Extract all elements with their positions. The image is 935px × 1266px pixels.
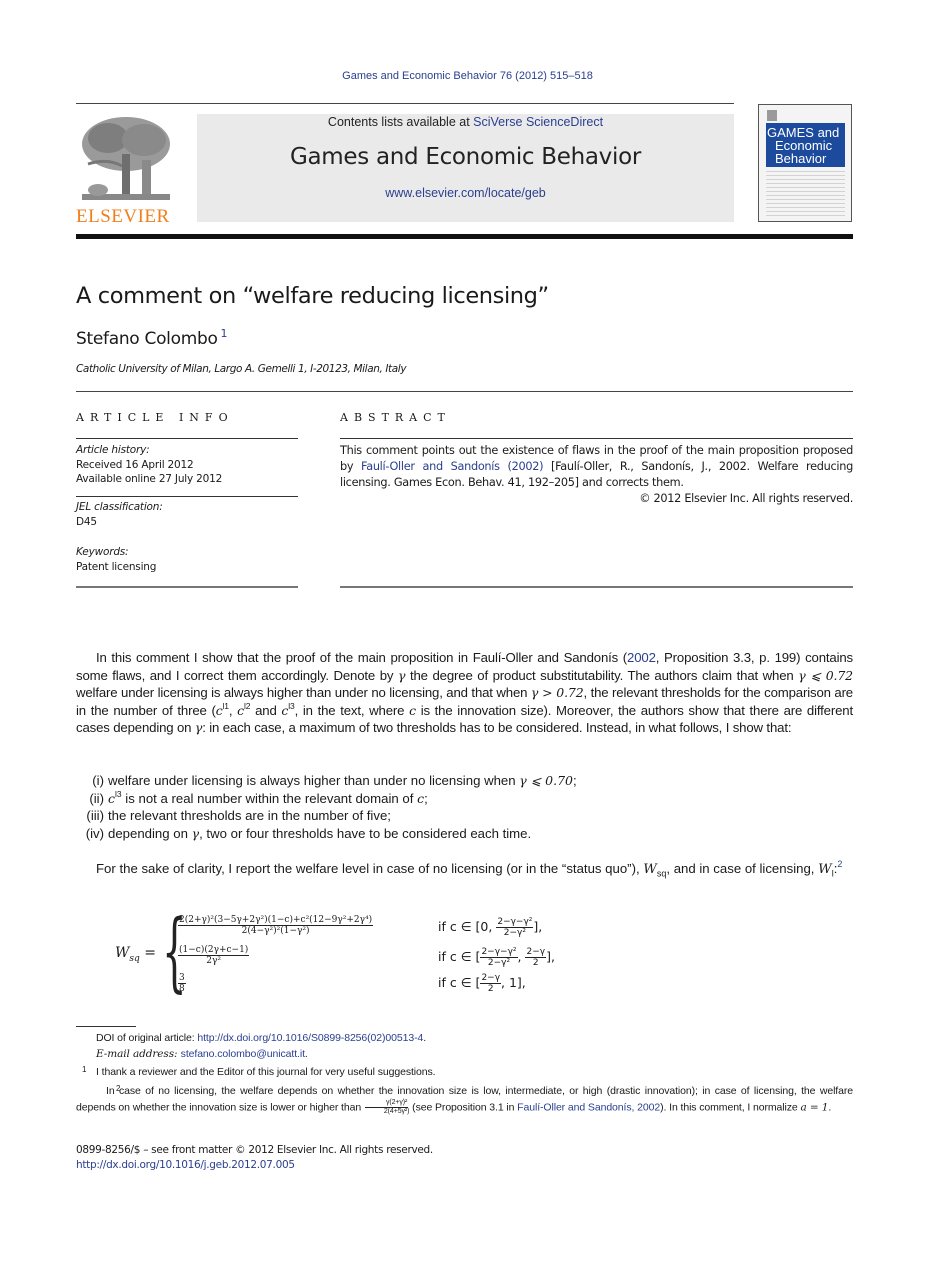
publisher-logo[interactable]: ELSEVIER bbox=[76, 114, 176, 227]
article-doi-link[interactable]: http://dx.doi.org/10.1016/j.geb.2012.07.… bbox=[76, 1159, 295, 1171]
doi-original: DOI of original article: http://dx.doi.o… bbox=[96, 1032, 427, 1044]
citation-link[interactable]: 2002 bbox=[627, 650, 656, 665]
equation-case: 38 bbox=[178, 973, 186, 994]
elsevier-wordmark: ELSEVIER bbox=[76, 206, 170, 227]
footnotes: DOI of original article: http://dx.doi.o… bbox=[76, 1031, 853, 1116]
email-link[interactable]: stefano.colombo@unicatt.it bbox=[181, 1048, 305, 1060]
abstract-heading: ABSTRACT bbox=[340, 411, 451, 424]
divider bbox=[76, 391, 853, 392]
divider bbox=[340, 586, 853, 588]
article-history: Article history: Received 16 April 2012 … bbox=[76, 444, 223, 485]
elsevier-tree-icon bbox=[82, 117, 170, 200]
equation-case: 2(2+γ)²(3−5γ+2γ²)(1−c)+c²(12−9γ²+2γ⁴) 2(4… bbox=[178, 915, 374, 936]
citation-link[interactable]: Faulí-Oller and Sandonís, 2002 bbox=[517, 1101, 660, 1113]
front-matter: 0899-8256/$ – see front matter © 2012 El… bbox=[76, 1143, 433, 1172]
paragraph: In this comment I show that the proof of… bbox=[76, 650, 853, 736]
author-name: Stefano Colombo bbox=[76, 329, 218, 349]
abstract-text: This comment points out the existence of… bbox=[340, 444, 853, 505]
footnote-link[interactable]: 2 bbox=[837, 859, 842, 869]
divider bbox=[76, 496, 298, 497]
email: E-mail address: stefano.colombo@unicatt.… bbox=[96, 1047, 308, 1060]
cover-title-block: GAMES and Economic Behavior bbox=[766, 123, 845, 167]
header-thick-rule bbox=[76, 234, 853, 239]
equation-condition: if c ∈ [2−γ 2, 1], bbox=[438, 973, 526, 994]
footnote-2: 2In case of no licensing, the welfare de… bbox=[76, 1083, 853, 1116]
affiliation: Catholic University of Milan, Largo A. G… bbox=[76, 363, 407, 375]
cover-emblem-icon bbox=[767, 110, 777, 121]
list-item: (i) welfare under licensing is always hig… bbox=[92, 773, 577, 788]
journal-url-link[interactable]: www.elsevier.com/locate/geb bbox=[385, 186, 546, 200]
keywords: Keywords: Patent licensing bbox=[76, 546, 157, 573]
jel-classification: JEL classification: D45 bbox=[76, 501, 163, 528]
divider bbox=[76, 586, 298, 588]
equation-case: (1−c)(2γ+c−1) 2γ² bbox=[178, 945, 250, 966]
findings-list: (i) welfare under licensing is always hig… bbox=[76, 772, 776, 842]
equation-wsq: Wsq = { 2(2+γ)²(3−5γ+2γ²)(1−c)+c²(12−9γ²… bbox=[115, 909, 595, 998]
list-item: (ii) cl3 is not a real number within the … bbox=[89, 788, 428, 806]
author-footnote-link[interactable]: 1 bbox=[221, 327, 228, 340]
journal-reference[interactable]: Games and Economic Behavior 76 (2012) 51… bbox=[0, 70, 935, 82]
article-info-heading: ARTICLE INFO bbox=[76, 411, 234, 424]
doi-original-link[interactable]: http://dx.doi.org/10.1016/S0899-8256(02)… bbox=[197, 1032, 423, 1044]
author: Stefano Colombo 1 bbox=[76, 327, 228, 349]
issn-line: 0899-8256/$ – see front matter © 2012 El… bbox=[76, 1144, 433, 1156]
journal-title: Games and Economic Behavior bbox=[289, 144, 642, 170]
list-item: (iv) depending on γ, two or four threshol… bbox=[85, 825, 532, 841]
paragraph: For the sake of clarity, I report the we… bbox=[96, 859, 843, 879]
keyword: Patent licensing bbox=[76, 560, 157, 573]
available-date: Available online 27 July 2012 bbox=[76, 473, 223, 485]
body-text: For the sake of clarity, I report the we… bbox=[76, 860, 853, 883]
article-title: A comment on “welfare reducing licensing… bbox=[76, 283, 549, 309]
journal-cover-thumbnail[interactable]: GAMES and Economic Behavior bbox=[758, 104, 852, 222]
equation-lhs: Wsq = bbox=[115, 945, 156, 964]
equation-condition: if c ∈ [0, 2−γ−γ² 2−γ²], bbox=[438, 917, 543, 938]
contents-line: Contents lists available at SciVerse Sci… bbox=[327, 115, 604, 129]
body-text: In this comment I show that the proof of… bbox=[76, 649, 853, 737]
received-date: Received 16 April 2012 bbox=[76, 458, 194, 471]
divider bbox=[340, 438, 853, 439]
jel-code: D45 bbox=[76, 515, 97, 528]
equation-condition: if c ∈ [2−γ−γ² 2−γ², 2−γ 2], bbox=[438, 947, 555, 968]
footnote-1: 1I thank a reviewer and the Editor of th… bbox=[82, 1065, 436, 1078]
cover-text-lines bbox=[766, 171, 845, 217]
divider bbox=[76, 438, 298, 439]
header-rule bbox=[76, 103, 734, 104]
abstract-copyright: © 2012 Elsevier Inc. All rights reserved… bbox=[639, 492, 853, 505]
sciencedirect-link[interactable]: SciVerse ScienceDirect bbox=[473, 115, 603, 129]
list-item: (iii) the relevant thresholds are in the … bbox=[86, 808, 391, 824]
citation-link[interactable]: Faulí-Oller and Sandonís (2002) bbox=[361, 460, 544, 473]
footnote-rule bbox=[76, 1026, 136, 1027]
journal-banner: Contents lists available at SciVerse Sci… bbox=[197, 114, 734, 222]
